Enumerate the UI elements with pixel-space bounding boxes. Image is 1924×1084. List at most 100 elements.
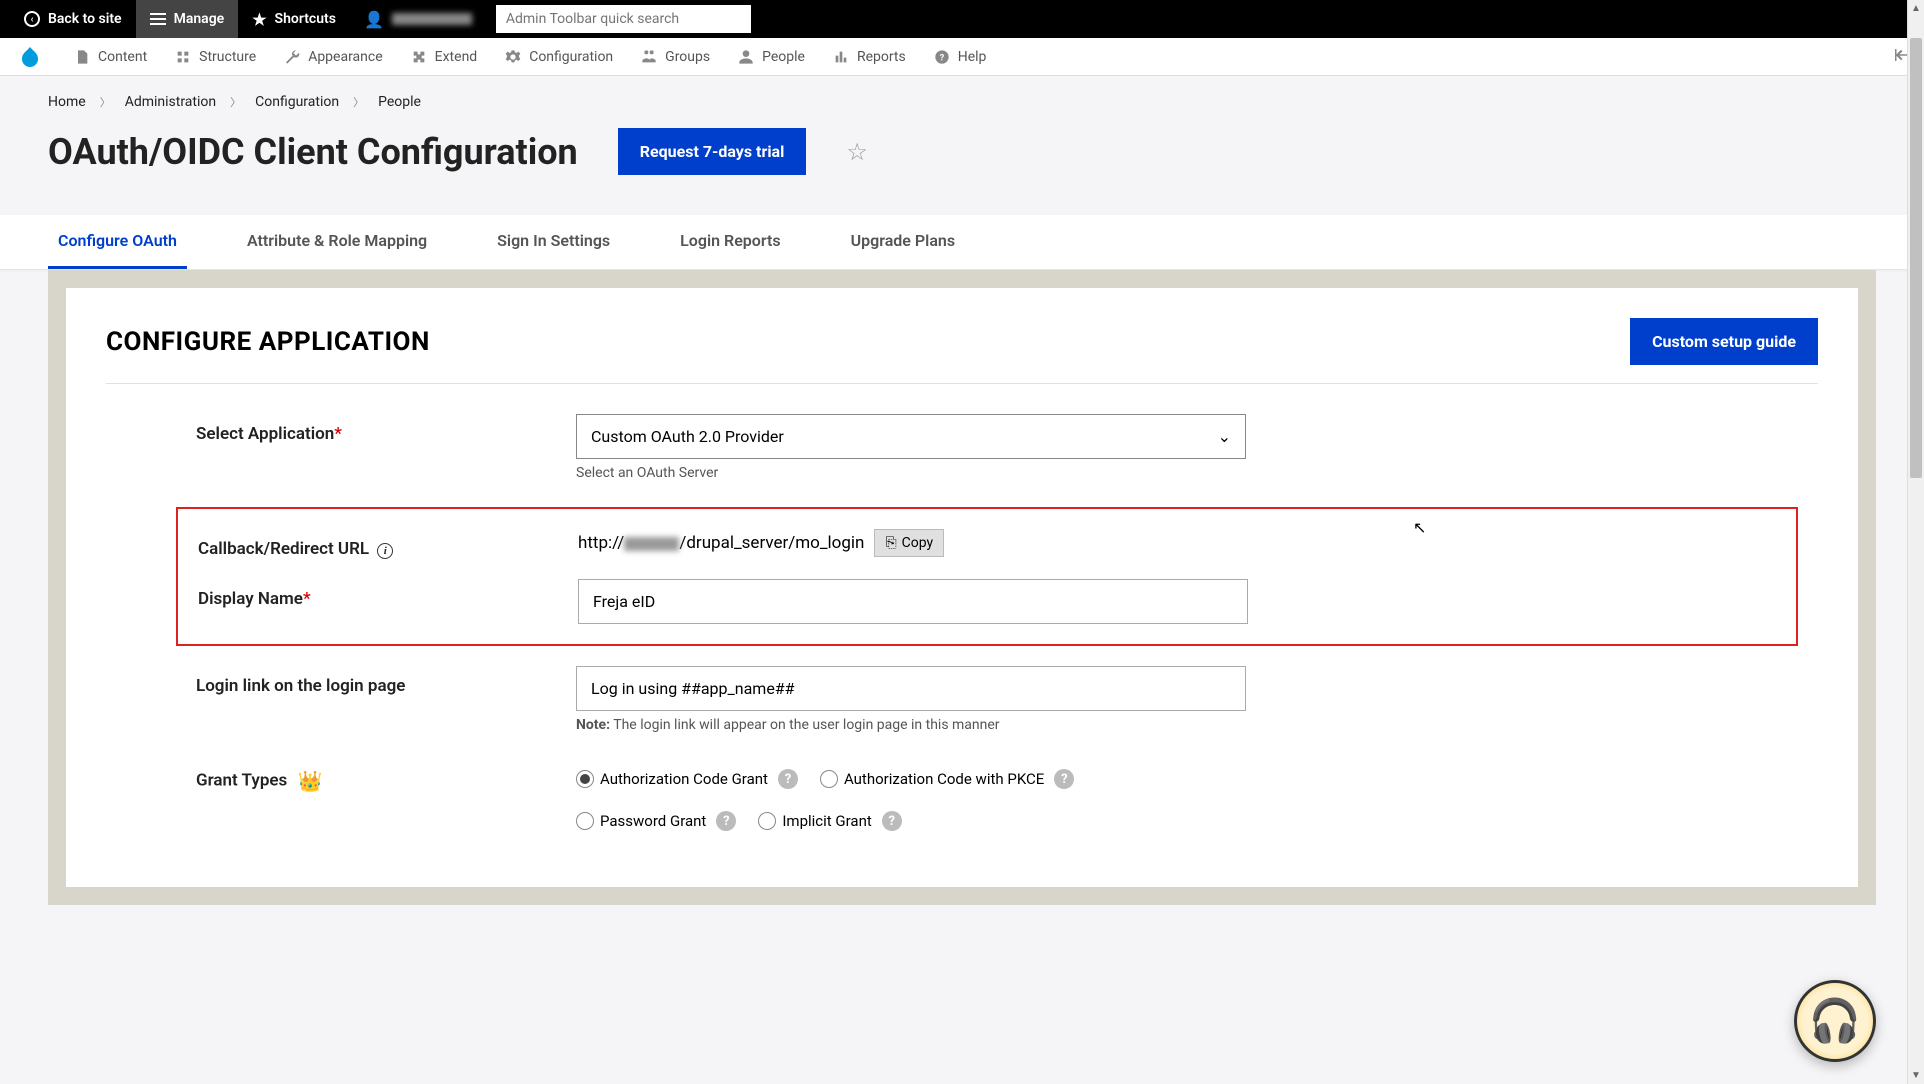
select-application-dropdown[interactable]: Custom OAuth 2.0 Provider ⌄: [576, 414, 1246, 459]
nav-structure[interactable]: Structure: [161, 38, 270, 76]
scrollbar[interactable]: ▲ ▼: [1907, 0, 1924, 1084]
grant-types-row: Grant Types 👑 Authorization Code Grant ?…: [106, 759, 1818, 831]
manage-label: Manage: [174, 11, 225, 27]
breadcrumb-config[interactable]: Configuration: [255, 94, 339, 110]
gear-icon: [505, 49, 521, 65]
help-badge-icon[interactable]: ?: [882, 811, 902, 831]
person-icon: [738, 49, 754, 65]
puzzle-icon: [411, 49, 427, 65]
back-to-site-label: Back to site: [48, 11, 122, 27]
help-icon: ?: [934, 49, 950, 65]
crown-icon: 👑: [298, 769, 323, 793]
select-help-text: Select an OAuth Server: [576, 465, 1246, 481]
nav-label: People: [762, 49, 805, 65]
back-arrow-icon: ‹: [24, 11, 40, 27]
grant-password[interactable]: Password Grant ?: [576, 811, 736, 831]
nav-content[interactable]: Content: [60, 38, 161, 76]
user-icon: 👤: [364, 10, 384, 29]
admin-menu: Content Structure Appearance Extend Conf…: [0, 38, 1924, 76]
toolbar-search-input[interactable]: [496, 5, 751, 33]
username-blurred: [392, 13, 472, 25]
help-badge-icon[interactable]: ?: [1054, 769, 1074, 789]
scroll-up-icon[interactable]: ▲: [1908, 0, 1924, 17]
grant-types-label: Grant Types 👑: [196, 759, 576, 793]
toolbar-search-wrap: [496, 5, 751, 33]
drupal-logo-icon: [18, 45, 42, 69]
scroll-thumb[interactable]: [1910, 38, 1922, 478]
highlighted-section: Callback/Redirect URL i http:///drupal_s…: [176, 507, 1798, 646]
nav-label: Groups: [665, 49, 710, 65]
support-chat-button[interactable]: 🎧: [1794, 980, 1876, 1062]
svg-text:?: ?: [939, 52, 944, 63]
manage-toggle[interactable]: Manage: [136, 0, 239, 38]
user-menu[interactable]: 👤: [350, 0, 486, 38]
configure-panel: CONFIGURE APPLICATION Custom setup guide…: [66, 288, 1858, 887]
admin-toolbar: ‹ Back to site Manage ★ Shortcuts 👤: [0, 0, 1924, 38]
login-link-note: Note: The login link will appear on the …: [576, 717, 1246, 733]
radio-icon: [576, 770, 594, 788]
grant-authorization-code[interactable]: Authorization Code Grant ?: [576, 769, 798, 789]
page-title: OAuth/OIDC Client Configuration: [48, 131, 578, 173]
url-host-blurred: [624, 537, 679, 551]
headset-icon: 🎧: [1809, 997, 1861, 1046]
back-to-site-link[interactable]: ‹ Back to site: [10, 0, 136, 38]
breadcrumb-people[interactable]: People: [378, 94, 421, 110]
radio-icon: [576, 812, 594, 830]
select-application-row: Select Application* Custom OAuth 2.0 Pro…: [106, 414, 1818, 481]
info-icon[interactable]: i: [377, 543, 393, 559]
structure-icon: [175, 49, 191, 65]
request-trial-button[interactable]: Request 7-days trial: [618, 128, 807, 175]
hamburger-icon: [150, 13, 166, 25]
nav-label: Content: [98, 49, 147, 65]
nav-help[interactable]: ? Help: [920, 38, 1001, 76]
wrench-icon: [284, 49, 300, 65]
help-badge-icon[interactable]: ?: [716, 811, 736, 831]
display-name-row: Display Name*: [178, 579, 1796, 624]
breadcrumb-home[interactable]: Home: [48, 94, 86, 110]
select-value: Custom OAuth 2.0 Provider: [591, 427, 784, 446]
nav-label: Appearance: [308, 49, 382, 65]
tab-sign-in-settings[interactable]: Sign In Settings: [487, 215, 620, 269]
chevron-right-icon: 〉: [100, 94, 111, 110]
nav-groups[interactable]: Groups: [627, 38, 724, 76]
login-link-label: Login link on the login page: [196, 666, 576, 696]
tab-login-reports[interactable]: Login Reports: [670, 215, 790, 269]
grant-implicit[interactable]: Implicit Grant ?: [758, 811, 901, 831]
login-link-input[interactable]: [576, 666, 1246, 711]
nav-configuration[interactable]: Configuration: [491, 38, 627, 76]
copy-button[interactable]: ⎘ Copy: [874, 529, 944, 557]
display-name-input[interactable]: [578, 579, 1248, 624]
panel-title: CONFIGURE APPLICATION: [106, 327, 430, 357]
nav-people[interactable]: People: [724, 38, 819, 76]
custom-setup-guide-button[interactable]: Custom setup guide: [1630, 318, 1818, 365]
chart-icon: [833, 49, 849, 65]
scroll-down-icon[interactable]: ▼: [1908, 1067, 1924, 1084]
nav-reports[interactable]: Reports: [819, 38, 920, 76]
nav-extend[interactable]: Extend: [397, 38, 492, 76]
breadcrumb-admin[interactable]: Administration: [125, 94, 216, 110]
grant-pkce[interactable]: Authorization Code with PKCE ?: [820, 769, 1074, 789]
copy-icon: ⎘: [885, 535, 896, 551]
chevron-right-icon: 〉: [230, 94, 241, 110]
shortcuts-label: Shortcuts: [275, 11, 336, 27]
tab-configure-oauth[interactable]: Configure OAuth: [48, 215, 187, 269]
groups-icon: [641, 49, 657, 65]
radio-icon: [820, 770, 838, 788]
display-name-label: Display Name*: [198, 579, 578, 609]
select-application-label: Select Application*: [196, 414, 576, 444]
callback-url-value: http:///drupal_server/mo_login ⎘ Copy: [578, 529, 1248, 557]
nav-label: Extend: [435, 49, 478, 65]
favorite-star-icon[interactable]: ☆: [846, 138, 868, 166]
tab-upgrade-plans[interactable]: Upgrade Plans: [841, 215, 965, 269]
nav-label: Help: [958, 49, 987, 65]
star-icon: ★: [252, 10, 266, 29]
nav-appearance[interactable]: Appearance: [270, 38, 396, 76]
login-link-row: Login link on the login page Note: The l…: [106, 666, 1818, 733]
grant-types-radio-group: Authorization Code Grant ? Authorization…: [576, 759, 1246, 831]
tab-attribute-role-mapping[interactable]: Attribute & Role Mapping: [237, 215, 437, 269]
shortcuts-link[interactable]: ★ Shortcuts: [238, 0, 350, 38]
callback-url-label: Callback/Redirect URL i: [198, 529, 578, 559]
config-tabs: Configure OAuth Attribute & Role Mapping…: [0, 215, 1924, 270]
nav-label: Reports: [857, 49, 906, 65]
help-badge-icon[interactable]: ?: [778, 769, 798, 789]
